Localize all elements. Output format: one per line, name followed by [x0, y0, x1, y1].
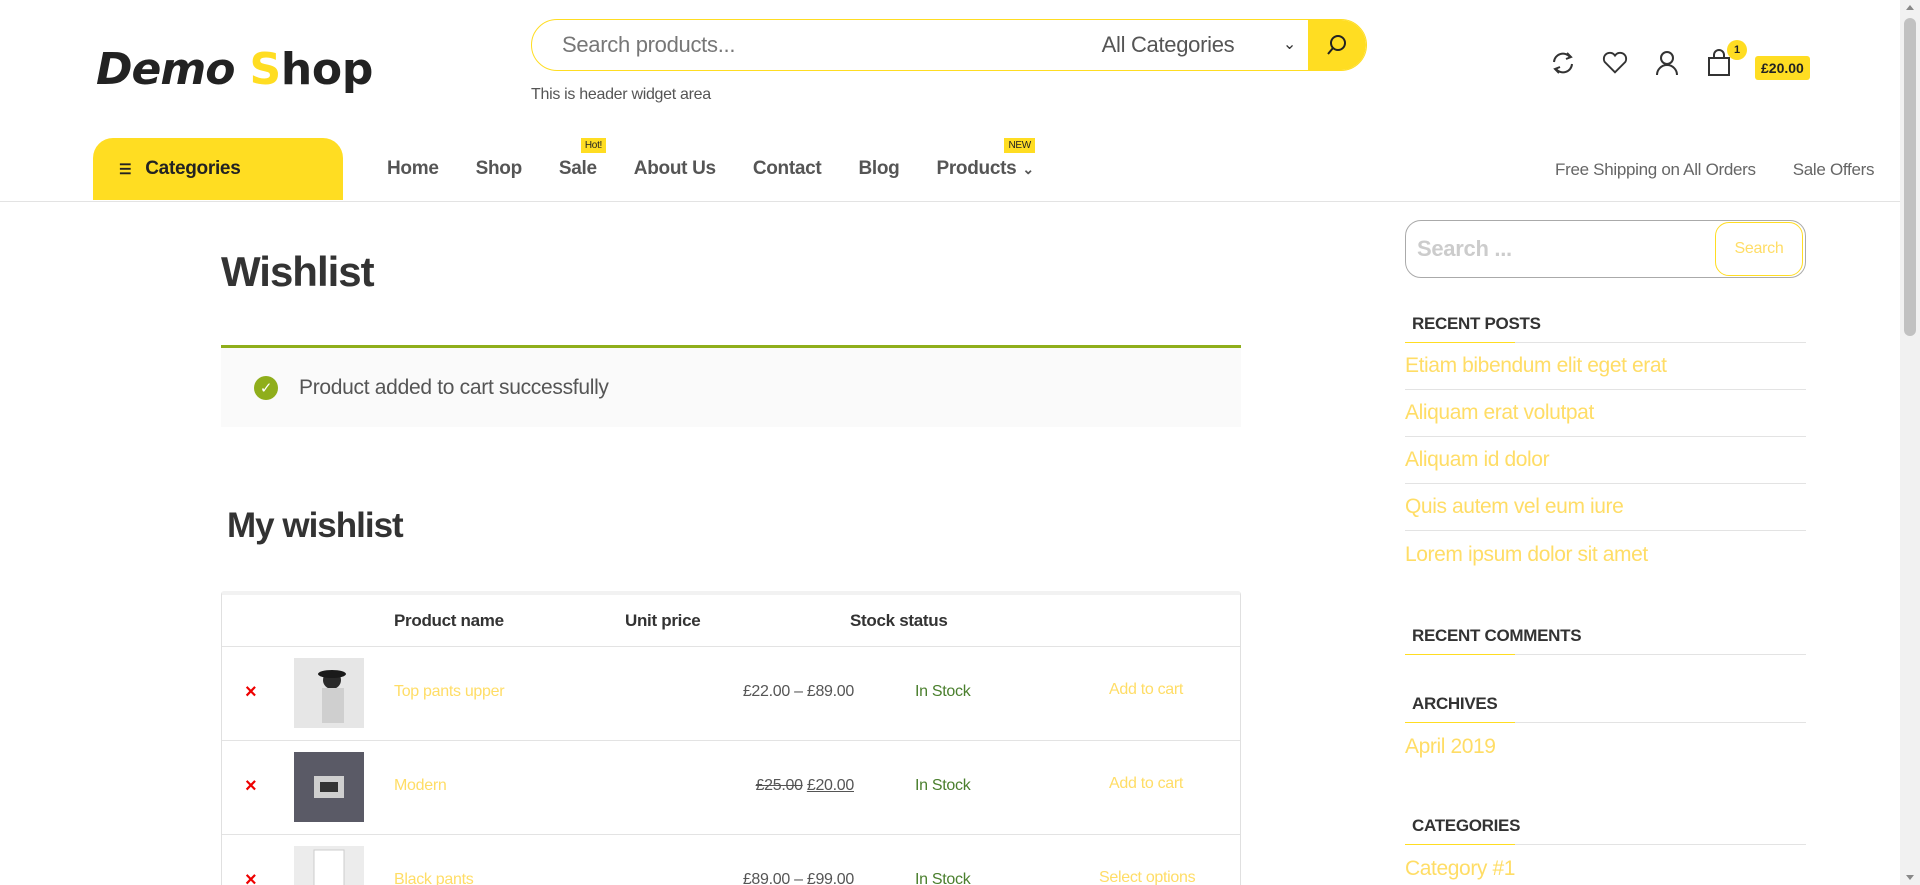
- nav-item-blog[interactable]: Blog: [858, 158, 899, 180]
- stock-status: In Stock: [915, 777, 971, 794]
- table-row: × £25.00 £20.00 Modern In Stock Add to c…: [222, 741, 1240, 835]
- header-widget-text: This is header widget area: [531, 86, 711, 103]
- table-header: Product name Unit price Stock status: [222, 595, 1240, 647]
- product-search-input[interactable]: Search products...: [532, 32, 1028, 58]
- add-to-cart-button[interactable]: Add to cart: [1109, 775, 1183, 793]
- col-product-name: Product name: [394, 611, 504, 630]
- product-thumbnail[interactable]: [294, 752, 364, 822]
- nav-right-links: Free Shipping on All Orders Sale Offers: [1555, 160, 1874, 180]
- table-row: × Top pants upper £22.00 – £89.00 In Sto…: [222, 647, 1240, 741]
- site-logo[interactable]: Demo Shop: [96, 44, 373, 95]
- compare-icon[interactable]: [1550, 50, 1576, 76]
- recent-comments-widget: RECENT COMMENTS: [1405, 626, 1806, 655]
- sidebar-search-input[interactable]: Search ...: [1417, 236, 1715, 262]
- search-icon: [1327, 35, 1346, 55]
- stock-status: In Stock: [915, 683, 971, 700]
- cart-count-badge: 1: [1727, 40, 1747, 60]
- recent-post-link[interactable]: Quis autem vel eum iure: [1405, 484, 1806, 531]
- product-thumbnail[interactable]: [294, 658, 364, 728]
- archives-widget: ARCHIVES April 2019: [1405, 694, 1806, 770]
- unit-price: £89.00 – £99.00: [742, 871, 854, 885]
- col-stock-status: Stock status: [850, 611, 948, 630]
- header-icons: [1550, 49, 1732, 76]
- remove-icon[interactable]: ×: [245, 869, 257, 885]
- categories-widget: CATEGORIES Category #1: [1405, 816, 1806, 885]
- free-shipping-link[interactable]: Free Shipping on All Orders: [1555, 160, 1756, 180]
- recent-post-link[interactable]: Aliquam erat volutpat: [1405, 390, 1806, 437]
- product-link[interactable]: Modern: [394, 777, 447, 795]
- wishlist-title: My wishlist: [227, 506, 404, 545]
- hot-badge: Hot!: [580, 138, 607, 153]
- nav-divider: [0, 201, 1900, 202]
- product-link[interactable]: Top pants upper: [394, 683, 505, 701]
- nav-item-about[interactable]: About Us: [634, 158, 716, 180]
- nav-item-shop[interactable]: Shop: [476, 158, 523, 180]
- nav-item-home[interactable]: Home: [387, 158, 439, 180]
- chevron-down-icon: ⌄: [1022, 161, 1034, 177]
- main-nav: Home Shop Sale Hot! About Us Contact Blog…: [387, 138, 1071, 180]
- scrollbar-thumb[interactable]: [1904, 18, 1916, 336]
- widget-title: CATEGORIES: [1405, 816, 1806, 845]
- recent-post-link[interactable]: Aliquam id dolor: [1405, 437, 1806, 484]
- add-to-cart-button[interactable]: Add to cart: [1109, 681, 1183, 699]
- nav-item-contact[interactable]: Contact: [753, 158, 822, 180]
- search-button[interactable]: [1308, 20, 1366, 70]
- recent-post-link[interactable]: Lorem ipsum dolor sit amet: [1405, 531, 1806, 578]
- wishlist-table: Product name Unit price Stock status × T…: [221, 591, 1241, 885]
- recent-posts-widget: RECENT POSTS Etiam bibendum elit eget er…: [1405, 314, 1806, 578]
- widget-title: ARCHIVES: [1405, 694, 1806, 723]
- scrollbar[interactable]: [1900, 0, 1920, 885]
- user-icon[interactable]: [1654, 50, 1680, 76]
- table-row: × Black pants £89.00 – £99.00 In Stock S…: [222, 835, 1240, 885]
- widget-title: RECENT POSTS: [1405, 314, 1806, 343]
- scroll-down-arrow[interactable]: [1906, 875, 1914, 880]
- page-title: Wishlist: [221, 248, 375, 295]
- sidebar-search-button[interactable]: Search: [1715, 222, 1803, 276]
- remove-icon[interactable]: ×: [245, 681, 257, 704]
- stock-status: In Stock: [915, 871, 971, 885]
- check-icon: ✓: [254, 375, 278, 400]
- cart-total[interactable]: £20.00: [1755, 56, 1810, 80]
- product-link[interactable]: Black pants: [394, 871, 474, 885]
- unit-price: £22.00 – £89.00: [742, 683, 854, 700]
- recent-post-link[interactable]: Etiam bibendum elit eget erat: [1405, 343, 1806, 390]
- chevron-down-icon: ⌄: [1282, 36, 1296, 53]
- heart-icon[interactable]: [1602, 50, 1628, 76]
- nav-item-sale[interactable]: Sale Hot!: [559, 138, 607, 180]
- category-select[interactable]: All Categories ⌄: [1028, 32, 1308, 58]
- product-search-bar: Search products... All Categories ⌄: [531, 19, 1367, 71]
- product-thumbnail[interactable]: [294, 846, 364, 885]
- menu-icon: ☰: [119, 160, 132, 177]
- select-options-button[interactable]: Select options: [1099, 869, 1196, 885]
- sale-offers-link[interactable]: Sale Offers: [1793, 160, 1875, 180]
- widget-title: RECENT COMMENTS: [1405, 626, 1806, 655]
- col-unit-price: Unit price: [625, 611, 701, 630]
- sidebar-search: Search ... Search: [1405, 220, 1806, 278]
- scroll-up-arrow[interactable]: [1906, 5, 1914, 10]
- categories-button[interactable]: ☰ Categories: [93, 138, 343, 200]
- unit-price: £25.00 £20.00: [755, 777, 855, 794]
- category-link[interactable]: Category #1: [1405, 845, 1806, 885]
- new-badge: NEW: [1004, 138, 1035, 153]
- success-notice: ✓ Product added to cart successfully: [221, 345, 1241, 427]
- remove-icon[interactable]: ×: [245, 775, 257, 798]
- nav-item-products[interactable]: Products ⌄ NEW: [936, 138, 1035, 180]
- archive-link[interactable]: April 2019: [1405, 723, 1806, 770]
